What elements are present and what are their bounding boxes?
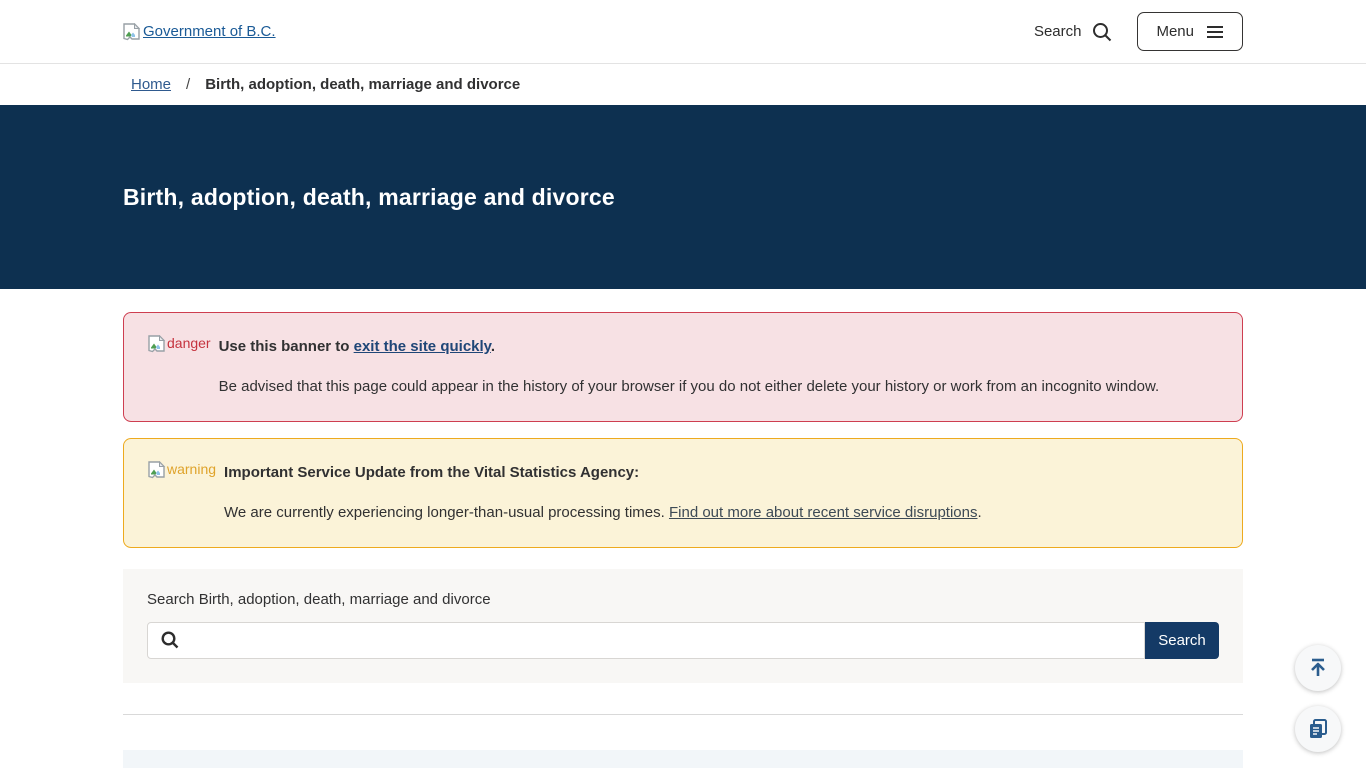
warning-body-prefix: We are currently experiencing longer-tha…	[224, 504, 669, 521]
broken-image-icon	[148, 461, 166, 479]
header-search-button[interactable]: Search	[1034, 21, 1114, 43]
warning-alert-body: We are currently experiencing longer-tha…	[224, 501, 1218, 525]
popular-topics-panel: Popular Topics	[123, 750, 1243, 768]
warning-broken-image: warning	[148, 461, 216, 479]
header-search-label: Search	[1034, 23, 1082, 40]
breadcrumb-current-page: Birth, adoption, death, marriage and div…	[205, 76, 520, 93]
danger-alt-text: danger	[167, 335, 211, 351]
search-input-wrap	[147, 622, 1145, 659]
broken-image-icon	[148, 335, 166, 353]
exit-site-quickly-link[interactable]: exit the site quickly	[354, 338, 491, 355]
search-submit-button[interactable]: Search	[1145, 622, 1219, 659]
site-header: Government of B.C. Search Menu	[0, 0, 1366, 64]
danger-alert-content: Use this banner to exit the site quickly…	[219, 335, 1218, 399]
breadcrumb: Home / Birth, adoption, death, marriage …	[123, 76, 520, 93]
danger-heading-prefix: Use this banner to	[219, 338, 354, 355]
main-content: danger Use this banner to exit the site …	[123, 312, 1243, 768]
header-actions: Search Menu	[1034, 12, 1243, 51]
menu-label: Menu	[1156, 23, 1194, 40]
section-divider	[123, 714, 1243, 715]
danger-alert-body: Be advised that this page could appear i…	[219, 375, 1218, 399]
logo-alt-text: Government of B.C.	[143, 23, 276, 40]
service-disruptions-link[interactable]: Find out more about recent service disru…	[669, 504, 978, 521]
hero-banner: Birth, adoption, death, marriage and div…	[0, 105, 1366, 289]
hamburger-icon	[1206, 25, 1224, 39]
breadcrumb-separator: /	[186, 76, 190, 93]
search-input[interactable]	[147, 622, 1145, 659]
menu-button[interactable]: Menu	[1137, 12, 1243, 51]
warning-alert-banner: warning Important Service Update from th…	[123, 438, 1243, 548]
search-row: Search	[147, 622, 1219, 659]
danger-alert-heading: Use this banner to exit the site quickly…	[219, 335, 1218, 359]
danger-broken-image: danger	[148, 335, 211, 353]
government-bc-logo-link[interactable]: Government of B.C.	[123, 23, 276, 41]
copy-icon	[1307, 718, 1329, 740]
page-title: Birth, adoption, death, marriage and div…	[123, 184, 615, 211]
broken-image-icon	[123, 23, 141, 41]
back-to-top-icon	[1307, 657, 1329, 679]
search-icon	[160, 630, 180, 650]
search-icon	[1091, 21, 1113, 43]
warning-alert-content: Important Service Update from the Vital …	[224, 461, 1218, 525]
danger-alert-banner: danger Use this banner to exit the site …	[123, 312, 1243, 422]
danger-heading-suffix: .	[491, 338, 495, 355]
warning-body-suffix: .	[977, 504, 981, 521]
warning-alert-heading: Important Service Update from the Vital …	[224, 461, 1218, 485]
copy-contents-button[interactable]	[1295, 706, 1341, 752]
breadcrumb-home-link[interactable]: Home	[131, 76, 171, 93]
back-to-top-button[interactable]	[1295, 645, 1341, 691]
warning-alt-text: warning	[167, 461, 216, 477]
breadcrumb-bar: Home / Birth, adoption, death, marriage …	[0, 64, 1366, 105]
search-panel-label: Search Birth, adoption, death, marriage …	[147, 591, 1219, 608]
topic-search-panel: Search Birth, adoption, death, marriage …	[123, 569, 1243, 683]
